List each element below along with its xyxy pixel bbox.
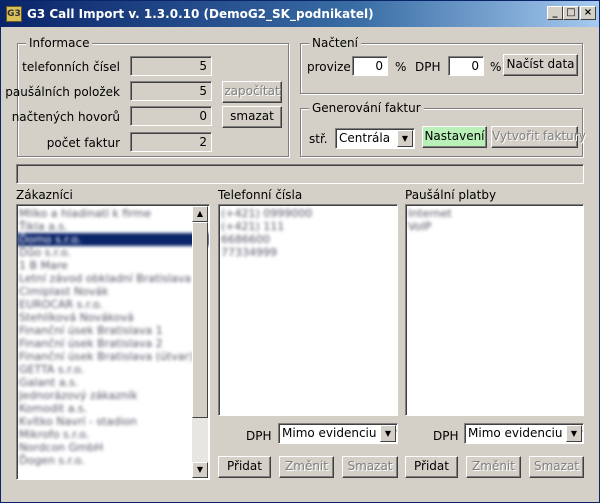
zakaznici-list[interactable]: Mlíko a hladinatí k firme Ťikla a.s. Ďomo … xyxy=(16,204,210,480)
provize-input[interactable]: 0 xyxy=(352,56,388,76)
list-item[interactable]: VoIP xyxy=(406,220,583,233)
vytvorit-faktury-button[interactable]: Vytvořit faktury xyxy=(491,126,586,148)
pausalni-smazat-button[interactable]: Smazat xyxy=(529,456,584,478)
app-icon: G3 xyxy=(6,6,22,22)
list-item[interactable]: Komodit a.s. xyxy=(17,402,209,415)
list-item[interactable]: Ďogen s.r.o. xyxy=(17,454,209,467)
maximize-button[interactable]: □ xyxy=(563,6,579,20)
scroll-down-icon[interactable]: ▼ xyxy=(192,462,208,478)
info-value-nactenych: 0 xyxy=(130,106,212,126)
scroll-thumb[interactable] xyxy=(192,222,208,418)
list-item[interactable]: (+421) 111 xyxy=(219,220,397,233)
generovani-group: Generování faktur stř. Centrála ▼ Nastav… xyxy=(300,101,586,157)
list-item[interactable]: Galant a.s. xyxy=(17,376,209,389)
window-title: G3 Call Import v. 1.3.0.10 (DemoG2_SK_po… xyxy=(27,7,374,21)
pausalni-zmenit-button[interactable]: Změnit xyxy=(466,456,521,478)
provize-percent: % xyxy=(395,60,407,74)
informace-title: Informace xyxy=(26,36,93,50)
telefonni-pridat-button[interactable]: Přidat xyxy=(218,456,271,478)
minimize-button[interactable]: _ xyxy=(547,6,563,20)
list-item[interactable]: 6686600 xyxy=(219,233,397,246)
zakaznici-scrollbar[interactable]: ▲ ▼ xyxy=(192,206,208,478)
dph-percent: % xyxy=(490,60,502,74)
provize-label: provize xyxy=(307,60,351,74)
progress-bar xyxy=(16,164,584,184)
chevron-down-icon[interactable]: ▼ xyxy=(566,425,582,442)
list-item[interactable]: Ťikla a.s. xyxy=(17,220,209,233)
zapocitat-button[interactable]: započítat xyxy=(222,81,282,103)
scroll-up-icon[interactable]: ▲ xyxy=(192,206,208,222)
list-item[interactable]: Letní závod obkladní Bratislava xyxy=(17,272,209,285)
info-value-pausalnich: 5 xyxy=(130,81,212,101)
nacteni-title: Načtení xyxy=(309,36,361,50)
nacteni-group: Načtení provize 0 % DPH 0 % Načíst data xyxy=(300,36,583,94)
telefonni-dph-combo[interactable]: Mimo evidenciu DPH ▼ xyxy=(278,423,398,444)
chevron-down-icon[interactable]: ▼ xyxy=(380,425,396,442)
pausalni-items: Internet VoIP xyxy=(406,205,583,233)
list-item[interactable]: Ďůo s.r.o. xyxy=(17,246,209,259)
telefonni-label: Telefonní čísla xyxy=(218,188,303,202)
dph-input[interactable]: 0 xyxy=(448,56,484,76)
pausalni-dph-label: DPH xyxy=(433,429,459,443)
generovani-title: Generování faktur xyxy=(309,101,424,115)
list-item[interactable]: 1 B Mare xyxy=(17,259,209,272)
nacist-data-button[interactable]: Načíst data xyxy=(503,54,578,76)
list-item[interactable]: Nordcon GmbH xyxy=(17,441,209,454)
close-button[interactable]: × xyxy=(580,6,596,20)
list-item[interactable]: EUROCAR s.r.o. xyxy=(17,298,209,311)
info-label-nactenych: načtených hovorů xyxy=(11,110,120,124)
list-item[interactable]: Finanční úsek Bratislava 1 xyxy=(17,324,209,337)
list-item[interactable]: Stehlíková Nováková xyxy=(17,311,209,324)
list-item[interactable]: Finanční úsek Bratislava 2 xyxy=(17,337,209,350)
application-window: G3 G3 Call Import v. 1.3.0.10 (DemoG2_SK… xyxy=(0,0,600,503)
list-item[interactable]: Mlíko a hladinatí k firme xyxy=(17,207,209,220)
pausalni-dph-combo[interactable]: Mimo evidenciu DPH ▼ xyxy=(464,423,584,444)
info-label-pausalnich: paušálních položek xyxy=(5,85,120,99)
pausalni-list[interactable]: Internet VoIP xyxy=(405,204,584,416)
list-item[interactable]: Cimiplast Novák xyxy=(17,285,209,298)
info-label-pocet-faktur: počet faktur xyxy=(46,136,120,150)
str-combo[interactable]: Centrála ▼ xyxy=(335,128,415,149)
chevron-down-icon[interactable]: ▼ xyxy=(397,130,413,147)
info-value-pocet-faktur: 2 xyxy=(130,132,212,152)
info-label-telefonnich: telefonních čísel xyxy=(22,60,120,74)
list-item[interactable]: Mikrofo s.r.o. xyxy=(17,428,209,441)
informace-group: Informace telefonních čísel 5 paušálních… xyxy=(5,36,289,157)
telefonni-items: (+421) 0999000 (+421) 111 6686600 77334999 xyxy=(219,205,397,259)
list-item[interactable]: Kvítko Navrí - stadion xyxy=(17,415,209,428)
list-item[interactable]: Internet xyxy=(406,207,583,220)
zakaznici-items: Mlíko a hladinatí k firme Ťikla a.s. Ďomo … xyxy=(17,205,209,467)
pausalni-pridat-button[interactable]: Přidat xyxy=(405,456,458,478)
info-value-telefonnich: 5 xyxy=(130,56,212,76)
zakaznici-label: Zákazníci xyxy=(16,188,73,202)
str-combo-value: Centrála xyxy=(339,131,391,145)
list-item[interactable]: Finanční úsek Bratislava (útvar) xyxy=(17,350,209,363)
str-label: stř. xyxy=(309,132,328,146)
list-item[interactable]: 77334999 xyxy=(219,246,397,259)
nastaveni-button[interactable]: Nastavení xyxy=(422,126,487,148)
telefonni-zmenit-button[interactable]: Změnit xyxy=(279,456,334,478)
list-item[interactable]: (+421) 0999000 xyxy=(219,207,397,220)
list-item[interactable]: Jednorázový zákazník xyxy=(17,389,209,402)
telefonni-list[interactable]: (+421) 0999000 (+421) 111 6686600 77334999 xyxy=(218,204,398,416)
smazat-hovory-button[interactable]: smazat xyxy=(222,106,282,128)
list-item[interactable]: Ďomo s.r.o. xyxy=(17,233,209,246)
telefonni-smazat-button[interactable]: Smazat xyxy=(342,456,398,478)
telefonni-dph-label: DPH xyxy=(246,429,272,443)
dph-label: DPH xyxy=(415,60,441,74)
list-item[interactable]: GETTA s.r.o. xyxy=(17,363,209,376)
title-bar[interactable]: G3 G3 Call Import v. 1.3.0.10 (DemoG2_SK… xyxy=(1,1,599,27)
pausalni-label: Paušální platby xyxy=(405,188,497,202)
